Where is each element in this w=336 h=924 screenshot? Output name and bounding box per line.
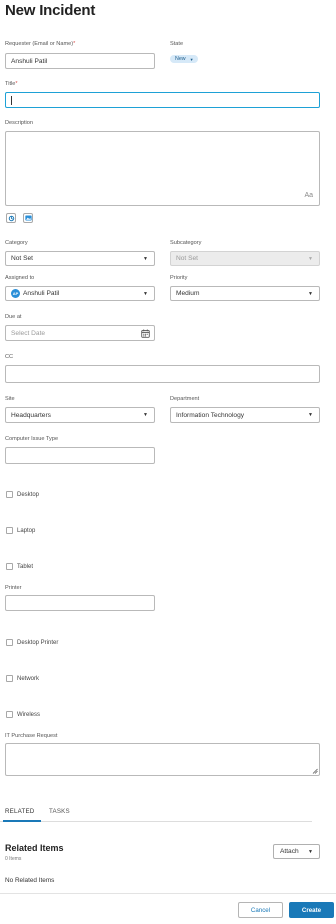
assigned-to-select[interactable]: AP Anshuli Patil ▼ (5, 286, 155, 301)
cancel-button[interactable]: Cancel (238, 902, 283, 918)
description-textarea[interactable]: Aa (5, 131, 320, 206)
requester-label: Requester (Email or Name)* (5, 41, 76, 47)
computer-issue-type-label: Computer Issue Type (5, 436, 59, 442)
checkbox-tablet[interactable]: Tablet (6, 563, 33, 570)
due-at-label: Due at (5, 314, 22, 320)
chevron-down-icon: ▼ (308, 412, 313, 418)
department-label: Department (170, 396, 200, 402)
checkbox-desktop-printer[interactable]: Desktop Printer (6, 639, 58, 646)
priority-label: Priority (170, 275, 188, 281)
chevron-down-icon: ▼ (189, 56, 194, 62)
subcategory-label: Subcategory (170, 240, 202, 246)
checkbox-laptop[interactable]: Laptop (6, 527, 35, 534)
checkbox-network[interactable]: Network (6, 675, 39, 682)
chevron-down-icon: ▼ (143, 255, 148, 262)
image-icon[interactable] (23, 213, 33, 223)
checkbox-box[interactable] (6, 711, 13, 718)
assigned-to-label: Assigned to (5, 275, 35, 281)
checkbox-desktop[interactable]: Desktop (6, 491, 39, 498)
printer-input[interactable] (5, 595, 155, 611)
calendar-icon[interactable] (141, 329, 150, 340)
checkbox-wireless[interactable]: Wireless (6, 711, 40, 718)
it-purchase-request-textarea[interactable] (5, 743, 320, 776)
requester-input[interactable]: Anshuli Patil (5, 53, 155, 69)
category-label: Category (5, 240, 28, 246)
chevron-down-icon: ▼ (308, 255, 313, 262)
category-select[interactable]: Not Set ▼ (5, 251, 155, 266)
related-items-count: 0 Items (5, 856, 22, 862)
no-related-items-text: No Related Items (5, 877, 55, 884)
checkbox-box[interactable] (6, 563, 13, 570)
resize-handle-icon[interactable] (312, 768, 318, 774)
subcategory-select: Not Set ▼ (170, 251, 320, 266)
link-icon[interactable] (6, 213, 16, 223)
active-tab-indicator (3, 820, 41, 822)
attach-button[interactable]: Attach ▼ (273, 844, 320, 859)
computer-issue-type-input[interactable] (5, 447, 155, 464)
description-label: Description (5, 120, 33, 126)
department-select[interactable]: Information Technology ▼ (170, 407, 320, 423)
page-title: New Incident (5, 2, 96, 19)
due-at-input[interactable]: Select Date (5, 325, 155, 341)
checkbox-box[interactable] (6, 639, 13, 646)
site-select[interactable]: Headquarters ▼ (5, 407, 155, 423)
title-input[interactable] (5, 92, 320, 108)
text-cursor (11, 95, 12, 105)
related-items-title: Related Items (5, 843, 64, 853)
avatar: AP (11, 289, 20, 298)
printer-label: Printer (5, 585, 22, 591)
chevron-down-icon: ▼ (143, 290, 148, 297)
title-label: Title* (5, 81, 18, 87)
footer-divider (0, 893, 336, 894)
create-button[interactable]: Create (289, 902, 334, 918)
state-label: State (170, 41, 184, 47)
tabs-divider (0, 821, 312, 822)
font-format-icon[interactable]: Aa (304, 192, 313, 199)
cc-input[interactable] (5, 365, 320, 383)
tab-tasks[interactable]: TASKS (49, 808, 70, 815)
it-purchase-request-label: IT Purchase Request (5, 733, 58, 739)
chevron-down-icon: ▼ (143, 412, 148, 418)
checkbox-box[interactable] (6, 675, 13, 682)
state-badge[interactable]: New ▼ (170, 55, 198, 63)
cc-label: CC (5, 354, 14, 360)
site-label: Site (5, 396, 15, 402)
checkbox-box[interactable] (6, 491, 13, 498)
checkbox-box[interactable] (6, 527, 13, 534)
chevron-down-icon: ▼ (308, 290, 313, 297)
chevron-down-icon: ▼ (308, 848, 313, 855)
priority-select[interactable]: Medium ▼ (170, 286, 320, 301)
tab-related[interactable]: RELATED (5, 808, 34, 815)
